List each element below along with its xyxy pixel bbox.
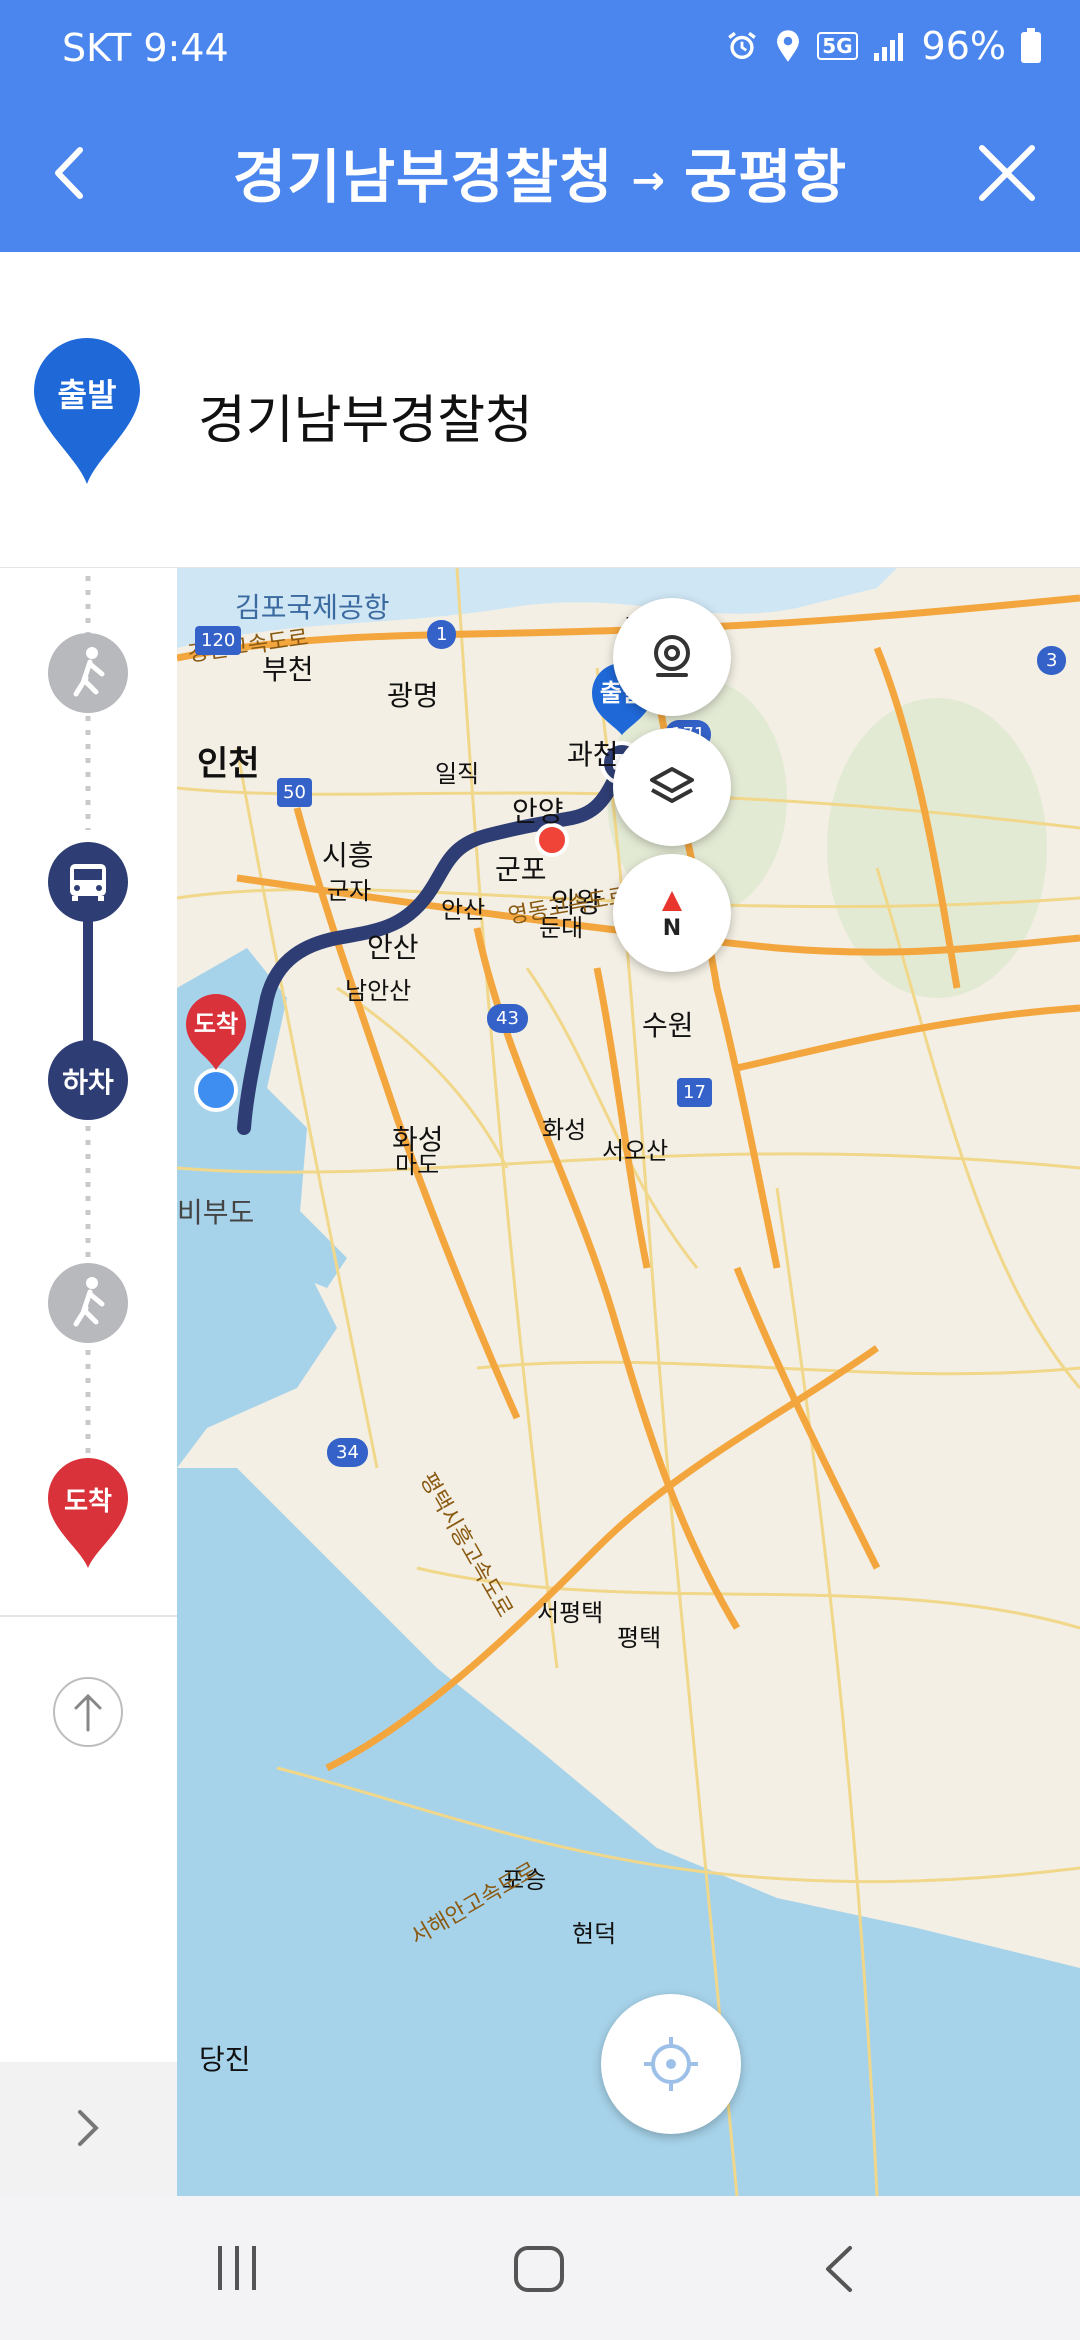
compass-button[interactable]: N: [613, 854, 731, 972]
network-type: 5G: [817, 32, 858, 60]
route-title: 경기남부경찰청 → 궁평항: [0, 130, 1080, 214]
end-pin-label: 도착: [64, 1487, 112, 1517]
svg-text:N: N: [663, 916, 681, 941]
battery-icon: [1021, 28, 1041, 63]
my-location-button[interactable]: [601, 1994, 741, 2134]
start-pin-icon: 출발: [34, 338, 140, 484]
battery-percent: 96%: [921, 24, 1006, 68]
route-map[interactable]: 출발 도착 김포국제공항 부천 광명 인천 과천 안양 시흥 군포 의왕 안산 …: [177, 568, 1080, 2196]
home-icon[interactable]: [512, 2244, 566, 2294]
origin-row[interactable]: 출발 경기남부경찰청: [0, 252, 1080, 568]
compass-icon: N: [662, 891, 682, 941]
route-header: 경기남부경찰청 → 궁평항: [0, 100, 1080, 252]
signal-icon: [873, 33, 903, 61]
street-view-icon: [654, 635, 690, 677]
map-end-pin-label: 도착: [194, 1010, 238, 1038]
system-nav-bar: [0, 2196, 1080, 2340]
alight-step-icon: 하차: [48, 1040, 128, 1120]
recent-apps-icon[interactable]: [212, 2242, 262, 2294]
crosshair-icon: [644, 2037, 698, 2091]
alight-label: 하차: [62, 1066, 114, 1099]
origin-name: 경기남부경찰청: [198, 391, 533, 451]
current-position-marker: [535, 823, 569, 857]
scroll-top-button[interactable]: [53, 1677, 123, 1747]
timeline-graphic: 하차 도착: [0, 478, 177, 2196]
close-icon: [979, 145, 1035, 201]
layers-icon: [650, 767, 694, 803]
location-icon: [777, 30, 800, 62]
status-icons: 5G 96%: [725, 24, 1042, 68]
alarm-icon: [728, 31, 756, 60]
bus-step-icon: [48, 842, 128, 922]
walk-step-icon: [48, 633, 128, 713]
end-pin-icon: 도착: [48, 1458, 128, 1568]
route-from: 경기남부경찰청: [232, 143, 614, 211]
walk-step-icon: [48, 1263, 128, 1343]
back-nav-icon[interactable]: [820, 2244, 860, 2294]
close-button[interactable]: [962, 128, 1052, 218]
route-arrow: →: [631, 157, 666, 204]
street-view-button[interactable]: [613, 598, 731, 716]
start-pin-label: 출발: [58, 376, 117, 414]
route-timeline: 하차 도착: [0, 478, 178, 2196]
status-bar: SKT 9:44 5G 96%: [0, 0, 1080, 100]
route-to: 궁평항: [683, 143, 848, 211]
layers-button[interactable]: [613, 728, 731, 846]
status-time: SKT 9:44: [62, 26, 229, 70]
